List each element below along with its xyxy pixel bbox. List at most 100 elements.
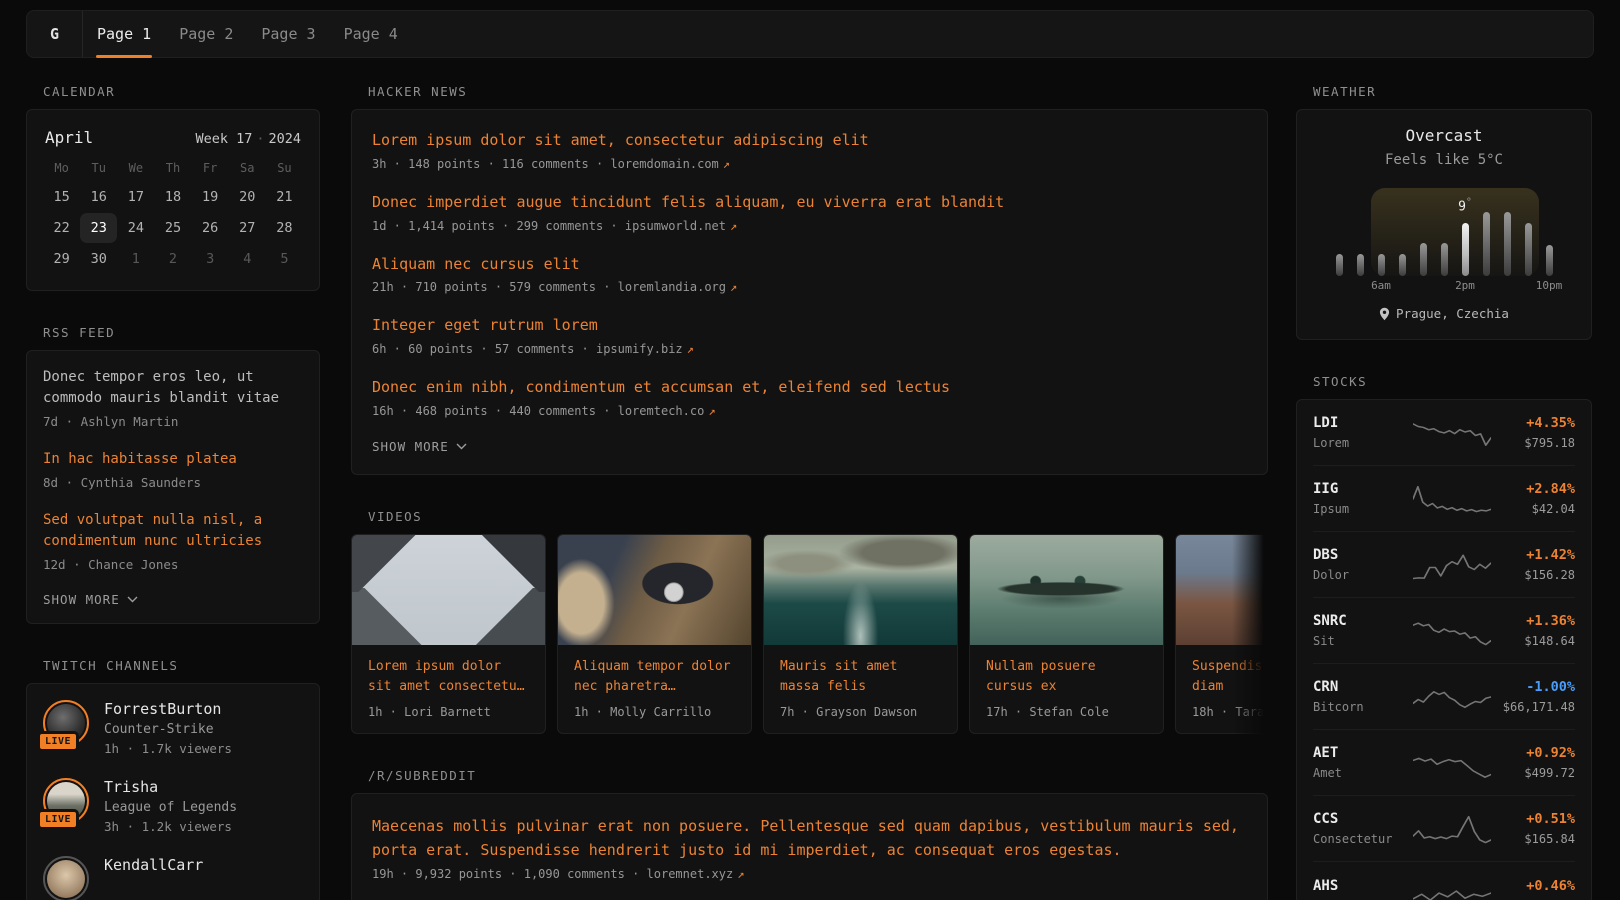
calendar-week: Week 17	[195, 131, 252, 147]
video-title[interactable]: Aliquam tempor dolor nec pharetra…	[574, 657, 735, 697]
weather-bar	[1420, 243, 1427, 276]
stock-row: AETAmet +0.92%$499.72	[1313, 729, 1575, 795]
channel-category[interactable]: Counter-Strike	[104, 722, 232, 737]
reddit-section: /R/SUBREDDIT Maecenas mollis pulvinar er…	[351, 768, 1268, 900]
calendar-day: 1	[117, 244, 154, 274]
tab-label: Page 4	[344, 25, 398, 43]
sparkline	[1413, 875, 1491, 900]
video-meta: 17h · Stefan Cole	[986, 705, 1147, 719]
avatar-image	[47, 860, 85, 898]
calendar-header: April Week 17·2024	[43, 126, 303, 155]
video-title[interactable]: Mauris sit amet massa felis	[780, 657, 941, 697]
current-temperature: 9°	[1458, 197, 1472, 214]
hn-meta-text: 3h · 148 points · 116 comments · loremdo…	[372, 157, 719, 171]
stock-identity: AHS	[1313, 878, 1413, 900]
tab-page-1[interactable]: Page 1	[83, 11, 165, 57]
video-meta: 1h · Molly Carrillo	[574, 705, 735, 719]
weather-condition: Overcast	[1313, 126, 1575, 145]
twitch-channel-row: LIVE ForrestBurton Counter-Strike 1h · 1…	[43, 700, 303, 756]
video-title[interactable]: Nullam posuere cursus ex	[986, 657, 1147, 697]
calendar-day: 2	[154, 244, 191, 274]
stock-ticker: CCS	[1313, 811, 1413, 827]
external-link-icon[interactable]: ↗	[733, 867, 744, 881]
rss-widget: Donec tempor eros leo, ut commodo mauris…	[26, 350, 320, 624]
hackernews-section: HACKER NEWS Lorem ipsum dolor sit amet, …	[351, 84, 1268, 475]
channel-name[interactable]: KendallCarr	[104, 856, 203, 874]
tab-label: Page 2	[179, 25, 233, 43]
reddit-post-title[interactable]: Maecenas mollis pulvinar erat non posuer…	[372, 814, 1247, 862]
calendar-grid: Mo Tu We Th Fr Sa Su 15 16 17 18 19 20 2…	[43, 155, 303, 274]
rss-section-label: RSS FEED	[26, 325, 320, 340]
external-link-icon[interactable]: ↗	[704, 404, 715, 418]
rss-show-more-button[interactable]: SHOW MORE	[43, 592, 303, 607]
videos-section-label: VIDEOS	[351, 509, 1268, 524]
stock-identity: CCSConsectetur	[1313, 811, 1413, 846]
offline-ring	[43, 856, 89, 900]
rss-item: Donec tempor eros leo, ut commodo mauris…	[43, 367, 303, 429]
external-link-icon[interactable]: ↗	[726, 219, 737, 233]
video-title[interactable]: Lorem ipsum dolor sit amet consectetu…	[368, 657, 529, 697]
channel-category[interactable]: League of Legends	[104, 800, 237, 815]
video-thumbnail[interactable]	[558, 535, 751, 645]
stock-row: CCSConsectetur +0.51%$165.84	[1313, 795, 1575, 861]
page-tabs: Page 1 Page 2 Page 3 Page 4	[83, 11, 412, 57]
weather-section: WEATHER Overcast Feels like 5°C	[1296, 84, 1592, 340]
rss-item-meta: 7d · Ashlyn Martin	[43, 414, 303, 429]
tab-page-4[interactable]: Page 4	[330, 11, 412, 57]
weather-bar-now	[1462, 223, 1469, 276]
external-link-icon[interactable]: ↗	[683, 342, 694, 356]
rss-item-title[interactable]: Sed volutpat nulla nisl, a condimentum n…	[43, 510, 303, 552]
video-thumbnail[interactable]	[1176, 535, 1268, 645]
external-link-icon[interactable]: ↗	[726, 280, 737, 294]
stock-identity: IIGIpsum	[1313, 481, 1413, 516]
avatar[interactable]: LIVE	[43, 700, 89, 746]
video-thumbnail[interactable]	[970, 535, 1163, 645]
hn-show-more-button[interactable]: SHOW MORE	[372, 439, 1247, 454]
stock-change: +0.51%	[1524, 811, 1575, 827]
videos-scroll-row[interactable]: Lorem ipsum dolor sit amet consectetu… 1…	[351, 534, 1268, 734]
calendar-section-label: CALENDAR	[26, 84, 320, 99]
hn-story-title[interactable]: Donec enim nibh, condimentum et accumsan…	[372, 377, 1247, 399]
hn-story: Aliquam nec cursus elit 21h · 710 points…	[372, 254, 1247, 295]
avatar[interactable]: LIVE	[43, 778, 89, 824]
external-link-icon[interactable]: ↗	[719, 157, 730, 171]
tab-page-3[interactable]: Page 3	[247, 11, 329, 57]
stock-identity: AETAmet	[1313, 745, 1413, 780]
stock-name: Lorem	[1313, 436, 1413, 450]
hn-story: Donec imperdiet augue tincidunt felis al…	[372, 192, 1247, 233]
stock-identity: CRNBitcorn	[1313, 679, 1413, 714]
channel-name[interactable]: Trisha	[104, 778, 237, 796]
hn-story-meta: 1d · 1,414 points · 299 comments · ipsum…	[372, 219, 1247, 233]
hn-story-title[interactable]: Lorem ipsum dolor sit amet, consectetur …	[372, 130, 1247, 152]
video-thumbnail[interactable]	[352, 535, 545, 645]
chevron-down-icon	[456, 443, 467, 450]
rss-section: RSS FEED Donec tempor eros leo, ut commo…	[26, 325, 320, 624]
hn-story-title[interactable]: Aliquam nec cursus elit	[372, 254, 1247, 276]
hn-story-title[interactable]: Donec imperdiet augue tincidunt felis al…	[372, 192, 1247, 214]
video-thumbnail[interactable]	[764, 535, 957, 645]
hour-label: 6am	[1371, 279, 1391, 292]
rss-item-title[interactable]: In hac habitasse platea	[43, 449, 303, 470]
channel-info: KendallCarr	[104, 856, 203, 874]
video-title[interactable]: Suspendisse sagittis diam	[1192, 657, 1268, 697]
top-navbar: G Page 1 Page 2 Page 3 Page 4	[26, 10, 1594, 58]
stock-values: +1.42%$156.28	[1524, 547, 1575, 582]
stock-name: Dolor	[1313, 568, 1413, 582]
tab-page-2[interactable]: Page 2	[165, 11, 247, 57]
stock-values: +2.84%$42.04	[1526, 481, 1575, 516]
app-logo[interactable]: G	[27, 11, 83, 57]
channel-name[interactable]: ForrestBurton	[104, 700, 232, 718]
calendar-day: 4	[229, 244, 266, 274]
hn-story: Donec enim nibh, condimentum et accumsan…	[372, 377, 1247, 418]
stock-ticker: IIG	[1313, 481, 1413, 497]
hn-story-title[interactable]: Integer eget rutrum lorem	[372, 315, 1247, 337]
hn-story-meta: 3h · 148 points · 116 comments · loremdo…	[372, 157, 1247, 171]
stock-values: +0.51%$165.84	[1524, 811, 1575, 846]
video-card: Mauris sit amet massa felis 7h · Grayson…	[763, 534, 958, 734]
video-card-body: Lorem ipsum dolor sit amet consectetu… 1…	[352, 645, 545, 733]
avatar[interactable]: LIVE	[43, 856, 89, 900]
stock-change: +0.46%	[1526, 878, 1575, 894]
stock-values: +0.46%	[1526, 878, 1575, 900]
video-meta: 18h · Tara	[1192, 705, 1268, 719]
rss-item-title[interactable]: Donec tempor eros leo, ut commodo mauris…	[43, 367, 303, 409]
